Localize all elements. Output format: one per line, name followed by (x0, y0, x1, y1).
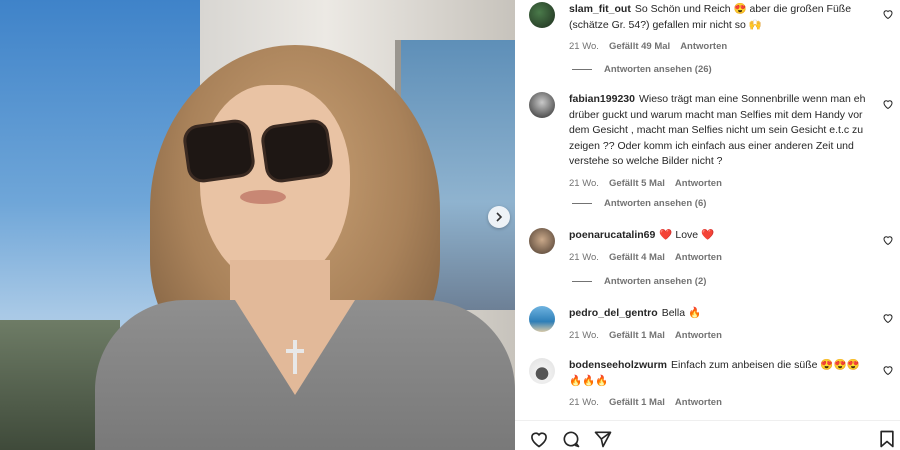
comment-time[interactable]: 21 Wo. (569, 328, 599, 344)
view-replies-button[interactable]: Antworten ansehen (2) (572, 276, 706, 287)
post-action-bar (515, 420, 900, 450)
comment-username[interactable]: poenarucatalin69 (569, 229, 655, 241)
heart-icon[interactable] (529, 429, 549, 449)
face (200, 85, 350, 285)
comment-time[interactable]: 21 Wo. (569, 176, 599, 192)
reply-button[interactable]: Antworten (675, 395, 722, 411)
comment-username[interactable]: slam_fit_out (569, 3, 631, 15)
view-replies-label[interactable]: Antworten ansehen (6) (604, 198, 706, 209)
sunglasses (181, 117, 335, 185)
post-photo (0, 0, 515, 450)
replies-divider (572, 203, 592, 204)
avatar[interactable] (529, 92, 555, 118)
comment-time[interactable]: 21 Wo. (569, 395, 599, 411)
bookmark-icon[interactable] (877, 429, 897, 449)
heart-icon[interactable] (882, 8, 894, 20)
comment-username[interactable]: fabian199230 (569, 93, 635, 105)
comment-likes[interactable]: Gefällt 49 Mal (609, 39, 670, 55)
chevron-right-icon[interactable] (488, 206, 510, 228)
comment-likes[interactable]: Gefällt 1 Mal (609, 328, 665, 344)
reply-button[interactable]: Antworten (675, 328, 722, 344)
reply-button[interactable]: Antworten (680, 39, 727, 55)
heart-icon[interactable] (882, 364, 894, 376)
view-replies-label[interactable]: Antworten ansehen (26) (604, 64, 712, 75)
heart-icon[interactable] (882, 312, 894, 324)
reply-button[interactable]: Antworten (675, 176, 722, 192)
comment-time[interactable]: 21 Wo. (569, 39, 599, 55)
comment-list: slam_fit_out So Schön und Reich 😍 aber di… (515, 0, 900, 420)
comment-text: Bella 🔥 (661, 307, 702, 319)
comment-likes[interactable]: Gefällt 4 Mal (609, 250, 665, 266)
replies-divider (572, 69, 592, 70)
view-replies-button[interactable]: Antworten ansehen (26) (572, 64, 712, 75)
view-replies-button[interactable]: Antworten ansehen (6) (572, 198, 706, 209)
heart-icon[interactable] (882, 234, 894, 246)
lips (240, 190, 286, 204)
share-icon[interactable] (593, 429, 613, 449)
comment-username[interactable]: pedro_del_gentro (569, 307, 658, 319)
reply-button[interactable]: Antworten (675, 250, 722, 266)
comment-icon[interactable] (561, 429, 581, 449)
comment-text: ❤️ Love ❤️ (659, 229, 715, 241)
comments-panel: slam_fit_out So Schön und Reich 😍 aber di… (515, 0, 900, 450)
comment-time[interactable]: 21 Wo. (569, 250, 599, 266)
view-replies-label[interactable]: Antworten ansehen (2) (604, 276, 706, 287)
comment-likes[interactable]: Gefällt 5 Mal (609, 176, 665, 192)
replies-divider (572, 281, 592, 282)
avatar[interactable] (529, 306, 555, 332)
avatar[interactable] (529, 358, 555, 384)
heart-icon[interactable] (882, 98, 894, 110)
comment-username[interactable]: bodenseeholzwurm (569, 359, 667, 371)
comment-likes[interactable]: Gefällt 1 Mal (609, 395, 665, 411)
avatar[interactable] (529, 228, 555, 254)
avatar[interactable] (529, 2, 555, 28)
cross-necklace (286, 340, 304, 374)
